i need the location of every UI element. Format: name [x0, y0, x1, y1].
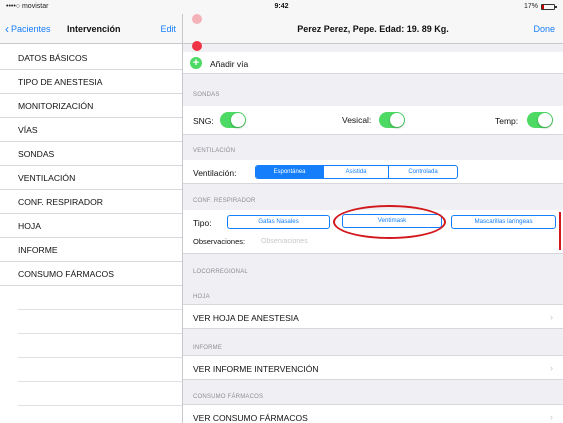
- section-header-ventilacion: VENTILACIÓN: [193, 148, 236, 154]
- battery-indicator: 17%: [523, 3, 557, 10]
- battery-percent: 17%: [523, 3, 538, 10]
- temp-toggle[interactable]: [527, 112, 553, 128]
- add-via-row[interactable]: + Añadir vía: [183, 52, 563, 74]
- back-button[interactable]: ‹ Pacientes: [5, 21, 51, 36]
- menu-item-vias[interactable]: VÍAS: [0, 118, 182, 142]
- observaciones-label: Observaciones:: [193, 237, 246, 246]
- section-header-hoja: HOJA: [193, 294, 210, 300]
- detail-nav-bar: Perez Perez, Pepe. Edad: 19. 89 Kg. Done: [183, 14, 563, 44]
- chevron-right-icon: ›: [550, 412, 553, 422]
- ver-informe-label: VER INFORME INTERVENCIÓN: [193, 364, 319, 374]
- menu-item-tipo-anestesia[interactable]: TIPO DE ANESTESIA: [0, 70, 182, 94]
- section-header-respirador: CONF. RESPIRADOR: [193, 198, 256, 204]
- back-label: Pacientes: [11, 24, 51, 34]
- section-header-consumo: CONSUMO FÁRMACOS: [193, 394, 264, 400]
- option-gafas-nasales[interactable]: Gafas Nasales: [227, 215, 330, 229]
- clock: 9:42: [274, 3, 289, 10]
- chevron-left-icon: ‹: [5, 21, 9, 36]
- menu-item-informe[interactable]: INFORME: [0, 238, 182, 262]
- sng-toggle[interactable]: [220, 112, 246, 128]
- edit-button[interactable]: Edit: [160, 24, 176, 34]
- menu-item-consumo-farmacos[interactable]: CONSUMO FÁRMACOS: [0, 262, 182, 286]
- annotation-mark: [559, 212, 561, 250]
- done-button[interactable]: Done: [533, 24, 555, 34]
- section-header-informe: INFORME: [193, 345, 223, 351]
- battery-icon: [541, 3, 557, 10]
- ventilacion-segmented-control: Espontánea Asistida Controlada: [255, 165, 458, 179]
- observaciones-input[interactable]: Observaciones: [261, 238, 308, 245]
- master-pane: ‹ Pacientes Intervención Edit DATOS BÁSI…: [0, 14, 183, 423]
- empty-row: [18, 334, 182, 358]
- ventilacion-label: Ventilación:: [193, 168, 237, 178]
- ventilacion-row: Ventilación: Espontánea Asistida Control…: [183, 160, 563, 184]
- master-title: Intervención: [67, 24, 121, 34]
- empty-row: [18, 310, 182, 334]
- tipo-label: Tipo:: [193, 218, 212, 228]
- detail-pane: Perez Perez, Pepe. Edad: 19. 89 Kg. Done…: [183, 14, 563, 423]
- menu-item-monitorizacion[interactable]: MONITORIZACIÓN: [0, 94, 182, 118]
- menu-item-sondas[interactable]: SONDAS: [0, 142, 182, 166]
- status-bar: ••••○ movistar 9:42 17%: [0, 0, 563, 14]
- patient-title: Perez Perez, Pepe. Edad: 19. 89 Kg.: [297, 24, 449, 34]
- temp-label: Temp:: [495, 116, 519, 126]
- ver-informe-row[interactable]: VER INFORME INTERVENCIÓN ›: [183, 355, 563, 380]
- menu-item-conf-respirador[interactable]: CONF. RESPIRADOR: [0, 190, 182, 214]
- empty-row: [18, 382, 182, 406]
- empty-row: [18, 286, 182, 310]
- empty-row: [18, 358, 182, 382]
- chevron-right-icon: ›: [550, 363, 553, 373]
- sng-label: SNG:: [193, 116, 214, 126]
- ver-hoja-label: VER HOJA DE ANESTESIA: [193, 313, 299, 323]
- section-header-locorregional: LOCORREGIONAL: [193, 269, 248, 275]
- sondas-row: SNG: Vesical: Temp:: [183, 106, 563, 135]
- vesical-toggle[interactable]: [379, 112, 405, 128]
- annotation-circle: [333, 205, 446, 239]
- menu-item-ventilacion[interactable]: VENTILACIÓN: [0, 166, 182, 190]
- add-icon: +: [190, 57, 202, 69]
- menu-item-datos-basicos[interactable]: DATOS BÁSICOS: [0, 46, 182, 70]
- segment-asistida[interactable]: Asistida: [324, 166, 389, 178]
- option-mascarillas-laringeas[interactable]: Mascarillas laríngeas: [451, 215, 556, 229]
- vesical-label: Vesical:: [342, 115, 372, 125]
- add-via-label: Añadir vía: [210, 59, 249, 69]
- segment-espontanea[interactable]: Espontánea: [256, 166, 324, 178]
- master-nav-bar: ‹ Pacientes Intervención Edit: [0, 14, 182, 44]
- menu-list: DATOS BÁSICOS TIPO DE ANESTESIA MONITORI…: [0, 46, 182, 406]
- ver-consumo-label: VER CONSUMO FÁRMACOS: [193, 413, 308, 423]
- segment-controlada[interactable]: Controlada: [389, 166, 457, 178]
- menu-item-hoja[interactable]: HOJA: [0, 214, 182, 238]
- section-header-sondas: SONDAS: [193, 92, 220, 98]
- ver-consumo-row[interactable]: VER CONSUMO FÁRMACOS ›: [183, 404, 563, 423]
- chevron-right-icon: ›: [550, 312, 553, 322]
- ver-hoja-row[interactable]: VER HOJA DE ANESTESIA ›: [183, 304, 563, 329]
